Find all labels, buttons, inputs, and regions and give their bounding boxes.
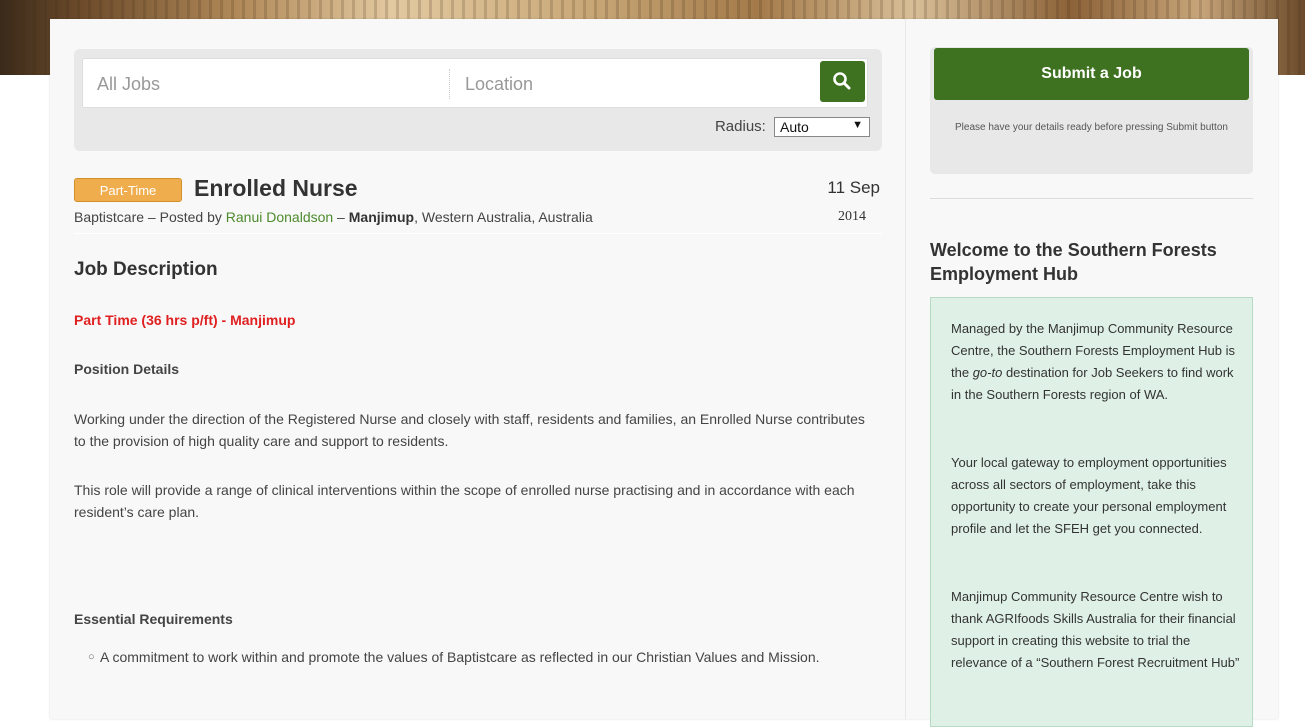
- list-item: ○ A commitment to work within and promote…: [88, 646, 868, 668]
- list-item-text: A commitment to work within and promote …: [100, 649, 820, 665]
- welcome-p1-emphasis: go-to: [972, 365, 1003, 380]
- job-header: Part-Time Enrolled Nurse 11 Sep 2014 Bap…: [74, 175, 882, 234]
- radius-select[interactable]: Auto ▼: [774, 117, 870, 137]
- posted-by-text: – Posted by: [144, 209, 226, 225]
- jobs-search-input[interactable]: [95, 59, 439, 109]
- location-region: , Western Australia, Australia: [414, 209, 593, 225]
- radius-label: Radius:: [714, 117, 766, 135]
- radius-selected-value: Auto: [780, 119, 809, 135]
- job-search-panel: Radius: Auto ▼: [74, 49, 882, 151]
- dropdown-arrow-icon: ▼: [852, 119, 863, 131]
- job-posted-year: 2014: [838, 209, 866, 224]
- search-button[interactable]: [820, 61, 865, 102]
- submit-job-panel: Submit a Job Please have your details re…: [930, 47, 1253, 174]
- divider: [74, 233, 882, 234]
- location-input[interactable]: [463, 59, 827, 109]
- requirements-heading: Essential Requirements: [74, 611, 233, 627]
- search-field-divider: [449, 69, 450, 99]
- welcome-paragraph-3: Manjimup Community Resource Centre wish …: [951, 589, 1240, 670]
- job-title: Enrolled Nurse: [194, 175, 358, 201]
- job-summary-highlight: Part Time (36 hrs p/ft) - Manjimup: [74, 312, 296, 328]
- radius-filter: Radius: Auto ▼: [715, 117, 870, 137]
- welcome-paragraph-1: Managed by the Manjimup Community Resour…: [951, 318, 1241, 406]
- meta-separator: –: [333, 209, 349, 225]
- job-type-badge: Part-Time: [74, 178, 182, 202]
- search-field-group: [82, 58, 868, 109]
- page-container: Radius: Auto ▼ Part-Time Enrolled Nurse …: [50, 19, 1278, 727]
- job-description-heading: Job Description: [74, 259, 218, 280]
- submit-note: Please have your details ready before pr…: [955, 122, 1228, 133]
- submit-job-button[interactable]: Submit a Job: [934, 48, 1249, 100]
- welcome-info-box: Managed by the Manjimup Community Resour…: [930, 297, 1253, 727]
- search-icon: [833, 72, 851, 90]
- divider: [930, 198, 1253, 199]
- welcome-heading: Welcome to the Southern Forests Employme…: [930, 240, 1217, 284]
- job-meta-line: Baptistcare – Posted by Ranui Donaldson …: [74, 209, 593, 225]
- poster-link[interactable]: Ranui Donaldson: [226, 209, 333, 225]
- position-details-heading: Position Details: [74, 361, 180, 377]
- description-paragraph-2: This role will provide a range of clinic…: [74, 482, 855, 520]
- job-posted-date: 11 Sep: [827, 178, 880, 197]
- description-paragraph-1: Working under the direction of the Regis…: [74, 411, 865, 449]
- company-name: Baptistcare: [74, 209, 145, 225]
- sidebar-divider: [905, 19, 906, 719]
- welcome-paragraph-2: Your local gateway to employment opportu…: [951, 455, 1227, 536]
- bullet-icon: ○: [88, 651, 95, 663]
- location-town: Manjimup: [348, 209, 415, 225]
- requirements-list: ○ A commitment to work within and promote…: [88, 646, 868, 668]
